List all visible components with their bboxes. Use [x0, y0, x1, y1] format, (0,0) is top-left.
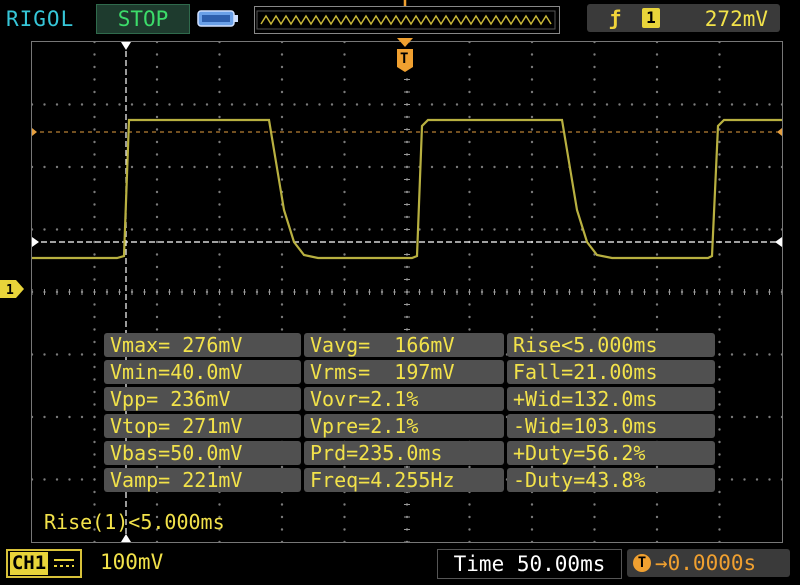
- measurement-cell: Prd=235.0ms: [304, 441, 504, 465]
- cursor-readout: Rise(1)<5.000ms: [44, 510, 225, 534]
- measurement-cell: Rise<5.000ms: [507, 333, 715, 357]
- measurement-cell: Freq=4.255Hz: [304, 468, 504, 492]
- measurement-row: Vmax= 276mV Vavg= 166mV Rise<5.000ms: [104, 333, 715, 357]
- measurement-table: Vmax= 276mV Vavg= 166mV Rise<5.000ms Vmin=4…: [104, 333, 715, 497]
- measurement-cell: Vavg= 166mV: [304, 333, 504, 357]
- measurement-cell: Vovr=2.1%: [304, 387, 504, 411]
- cursor-bottom-arrow: [121, 534, 131, 542]
- trigger-offset[interactable]: T →0.0000s: [627, 549, 790, 577]
- channel1-scale[interactable]: 100mV: [100, 550, 163, 574]
- measurement-row: Vbas=50.0mV Prd=235.0ms +Duty=56.2%: [104, 441, 715, 465]
- trigger-position-marker[interactable]: T: [393, 38, 417, 72]
- memory-waveform-preview: [256, 10, 556, 30]
- measurement-cell: Vamp= 221mV: [104, 468, 301, 492]
- svg-text:T: T: [400, 51, 408, 67]
- measurement-row: Vmin=40.0mV Vrms= 197mV Fall=21.00ms: [104, 360, 715, 384]
- trigger-offset-value: →0.0000s: [655, 551, 757, 575]
- measurement-cell: Vbas=50.0mV: [104, 441, 301, 465]
- trigger-source: 1: [642, 8, 660, 28]
- measurement-row: Vamp= 221mV Freq=4.255Hz -Duty=43.8%: [104, 468, 715, 492]
- trigger-position-marker-top: [403, 0, 407, 6]
- trigger-level-right-arrow: [777, 128, 782, 136]
- rising-edge-icon: ƒ: [609, 6, 622, 30]
- measurement-cell: Fall=21.00ms: [507, 360, 715, 384]
- measurement-cell: +Duty=56.2%: [507, 441, 715, 465]
- measurement-cell: Vtop= 271mV: [104, 414, 301, 438]
- trigger-settings[interactable]: ƒ 1 272mV: [587, 4, 780, 32]
- run-stop-status[interactable]: STOP: [96, 4, 190, 34]
- measurement-cell: Vmin=40.0mV: [104, 360, 301, 384]
- dc-coupling-icon: [54, 559, 74, 567]
- svg-text:1: 1: [6, 283, 14, 298]
- cursor-top-arrow: [121, 42, 131, 50]
- measurement-cell: Vpre=2.1%: [304, 414, 504, 438]
- trigger-level: 272mV: [704, 7, 768, 31]
- measurement-cell: Vpp= 236mV: [104, 387, 301, 411]
- channel1-trace: [32, 118, 782, 260]
- measurement-cell: Vrms= 197mV: [304, 360, 504, 384]
- measurement-cell: +Wid=132.0ms: [507, 387, 715, 411]
- cursor-right-arrow: [775, 237, 782, 247]
- measurement-row: Vtop= 271mV Vpre=2.1% -Wid=103.0ms: [104, 414, 715, 438]
- measurement-row: Vpp= 236mV Vovr=2.1% +Wid=132.0ms: [104, 387, 715, 411]
- channel1-offset-marker[interactable]: 1: [0, 280, 24, 298]
- channel1-button[interactable]: CH1: [6, 549, 82, 578]
- trigger-icon: T: [633, 554, 651, 572]
- brand-logo: RIGOL: [6, 7, 75, 31]
- memory-depth-icon: [197, 10, 238, 27]
- horizontal-timebase[interactable]: Time 50.00ms: [437, 549, 622, 579]
- cursor-left-arrow: [32, 237, 39, 247]
- measurement-cell: Vmax= 276mV: [104, 333, 301, 357]
- trigger-level-left-arrow: [32, 128, 37, 136]
- channel1-label: CH1: [10, 552, 48, 575]
- measurement-cell: -Wid=103.0ms: [507, 414, 715, 438]
- measurement-cell: -Duty=43.8%: [507, 468, 715, 492]
- waveform-memory-strip: [254, 6, 560, 34]
